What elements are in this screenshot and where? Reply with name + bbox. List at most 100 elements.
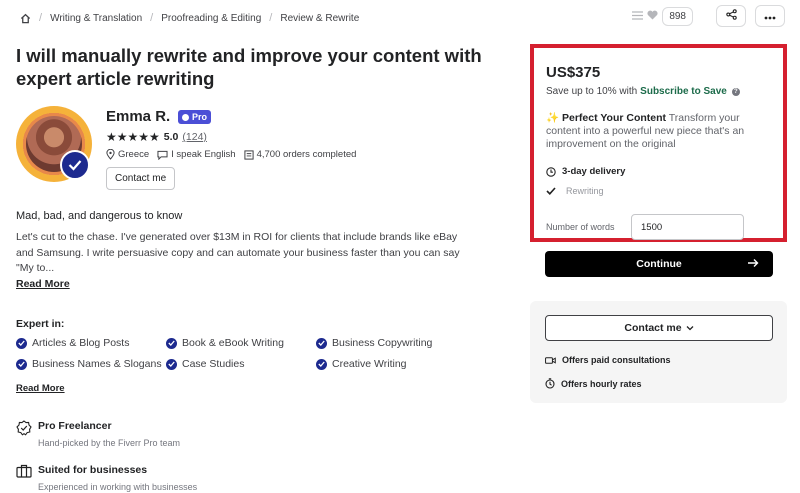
favorites-count: 898 [662, 6, 693, 26]
package-price: US$375 [546, 64, 601, 81]
check-badge-icon [166, 337, 177, 349]
verified-badge-icon [60, 150, 90, 180]
delivery-label: 3-day delivery [562, 166, 626, 177]
stopwatch-icon [545, 378, 555, 389]
seller-name[interactable]: Emma R. [106, 108, 170, 125]
expertise-list: Articles & Blog Posts Book & eBook Writi… [16, 337, 466, 370]
briefcase-icon [16, 464, 32, 492]
expertise-label: Articles & Blog Posts [32, 337, 130, 349]
number-of-words-input[interactable] [631, 214, 744, 240]
home-icon[interactable] [20, 13, 31, 24]
read-more-link[interactable]: Read More [16, 278, 70, 290]
seller-orders-label: 4,700 orders completed [256, 149, 357, 160]
share-button[interactable] [716, 5, 746, 27]
continue-button[interactable]: Continue [545, 251, 773, 277]
seller-description: Let's cut to the chase. I've generated o… [16, 231, 460, 274]
breadcrumb-item-proofreading[interactable]: Proofreading & Editing [161, 13, 261, 24]
save-text: Save up to 10% with [546, 86, 638, 97]
expertise-label: Business Names & Slogans [32, 358, 162, 370]
paid-consultations-label: Offers paid consultations [562, 355, 671, 365]
location-pin-icon [106, 149, 115, 160]
expertise-item[interactable]: Business Names & Slogans [16, 358, 166, 370]
expertise-label: Creative Writing [332, 358, 407, 370]
top-actions: 898 [632, 5, 785, 27]
expertise-item[interactable]: Business Copywriting [316, 337, 466, 349]
rating-score: 5.0 [163, 131, 179, 143]
speech-bubble-icon [157, 150, 168, 160]
gig-title: I will manually rewrite and improve your… [16, 45, 482, 89]
info-icon[interactable]: ? [731, 87, 740, 96]
subscribe-to-save-link[interactable]: Subscribe to Save [640, 86, 727, 97]
delivery-time: 3-day delivery [546, 166, 625, 177]
check-badge-icon [16, 358, 27, 370]
number-of-words-label: Number of words [546, 222, 615, 232]
breadcrumb-separator: / [150, 12, 154, 24]
orders-icon [244, 149, 254, 160]
check-badge-icon [316, 337, 327, 349]
more-icon [764, 7, 776, 25]
arrow-right-icon [747, 257, 759, 269]
breadcrumb: / Writing & Translation / Proofreading &… [20, 12, 359, 24]
reviews-link[interactable]: (124) [182, 131, 207, 143]
heart-icon[interactable] [647, 7, 658, 25]
expertise-item[interactable]: Creative Writing [316, 358, 466, 370]
video-camera-icon [545, 356, 556, 365]
favorites-group[interactable]: 898 [632, 6, 693, 26]
seller-language-label: I speak English [171, 149, 236, 160]
list-icon[interactable] [632, 7, 644, 25]
expertise-heading: Expert in: [16, 318, 65, 330]
expertise-label: Case Studies [182, 358, 245, 370]
expertise-item[interactable]: Case Studies [166, 358, 316, 370]
pro-seal-icon [16, 420, 32, 448]
check-badge-icon [316, 358, 327, 370]
breadcrumb-item-review[interactable]: Review & Rewrite [280, 13, 359, 24]
contact-me-button-profile[interactable]: Contact me [106, 167, 176, 190]
feature-pro-freelancer: Pro Freelancer Hand-picked by the Fiverr… [16, 420, 180, 448]
more-options-button[interactable] [755, 5, 785, 27]
hourly-rates-row: Offers hourly rates [545, 378, 642, 389]
check-badge-icon [166, 358, 177, 370]
hourly-rates-label: Offers hourly rates [561, 378, 642, 389]
continue-label: Continue [636, 258, 682, 270]
seller-country: Greece [106, 149, 149, 160]
expertise-read-more-link[interactable]: Read More [16, 383, 65, 394]
pro-badge: Pro [178, 110, 212, 124]
breadcrumb-item-writing[interactable]: Writing & Translation [50, 13, 142, 24]
package-description: ✨ Perfect Your Content Transform your co… [546, 112, 771, 151]
expertise-label: Book & eBook Writing [182, 337, 284, 349]
contact-box: Contact me Offers paid consultations Off… [530, 301, 787, 403]
feature-title: Pro Freelancer [38, 420, 112, 432]
sparkles-icon: ✨ [546, 112, 560, 124]
star-icons: ★★★★★ [106, 130, 160, 144]
breadcrumb-separator: / [39, 12, 43, 24]
package-includes-item: Rewriting [546, 186, 604, 196]
pro-check-icon [182, 113, 189, 121]
paid-consultations-row: Offers paid consultations [545, 355, 671, 365]
package-name: Perfect Your Content [562, 112, 667, 124]
share-icon [725, 7, 737, 25]
avatar[interactable] [16, 106, 92, 182]
clock-icon [546, 166, 556, 177]
seller-tagline: Mad, bad, and dangerous to know [16, 210, 183, 222]
seller-meta: Greece I speak English 4,700 orders comp… [106, 149, 364, 160]
contact-me-label: Contact me [624, 322, 682, 334]
check-badge-icon [16, 337, 27, 349]
expertise-item[interactable]: Articles & Blog Posts [16, 337, 166, 349]
feature-suited-for-businesses: Suited for businesses Experienced in wor… [16, 464, 197, 492]
seller-language: I speak English [157, 149, 236, 160]
seller-orders: 4,700 orders completed [244, 149, 357, 160]
package-panel: US$375 Save up to 10% with Subscribe to … [530, 44, 787, 242]
feature-subtitle: Hand-picked by the Fiverr Pro team [38, 438, 181, 448]
subscribe-to-save-row: Save up to 10% with Subscribe to Save ? [546, 86, 740, 97]
expertise-item[interactable]: Book & eBook Writing [166, 337, 316, 349]
feature-title: Suited for businesses [38, 464, 148, 476]
includes-label: Rewriting [566, 186, 604, 196]
chevron-down-icon [686, 325, 694, 331]
breadcrumb-separator: / [269, 12, 273, 24]
contact-me-button[interactable]: Contact me [545, 315, 773, 341]
feature-subtitle: Experienced in working with businesses [38, 482, 198, 492]
pro-badge-label: Pro [192, 112, 208, 122]
seller-rating: ★★★★★ 5.0 (124) [106, 130, 207, 144]
checkmark-icon [546, 187, 556, 195]
expertise-label: Business Copywriting [332, 337, 433, 349]
